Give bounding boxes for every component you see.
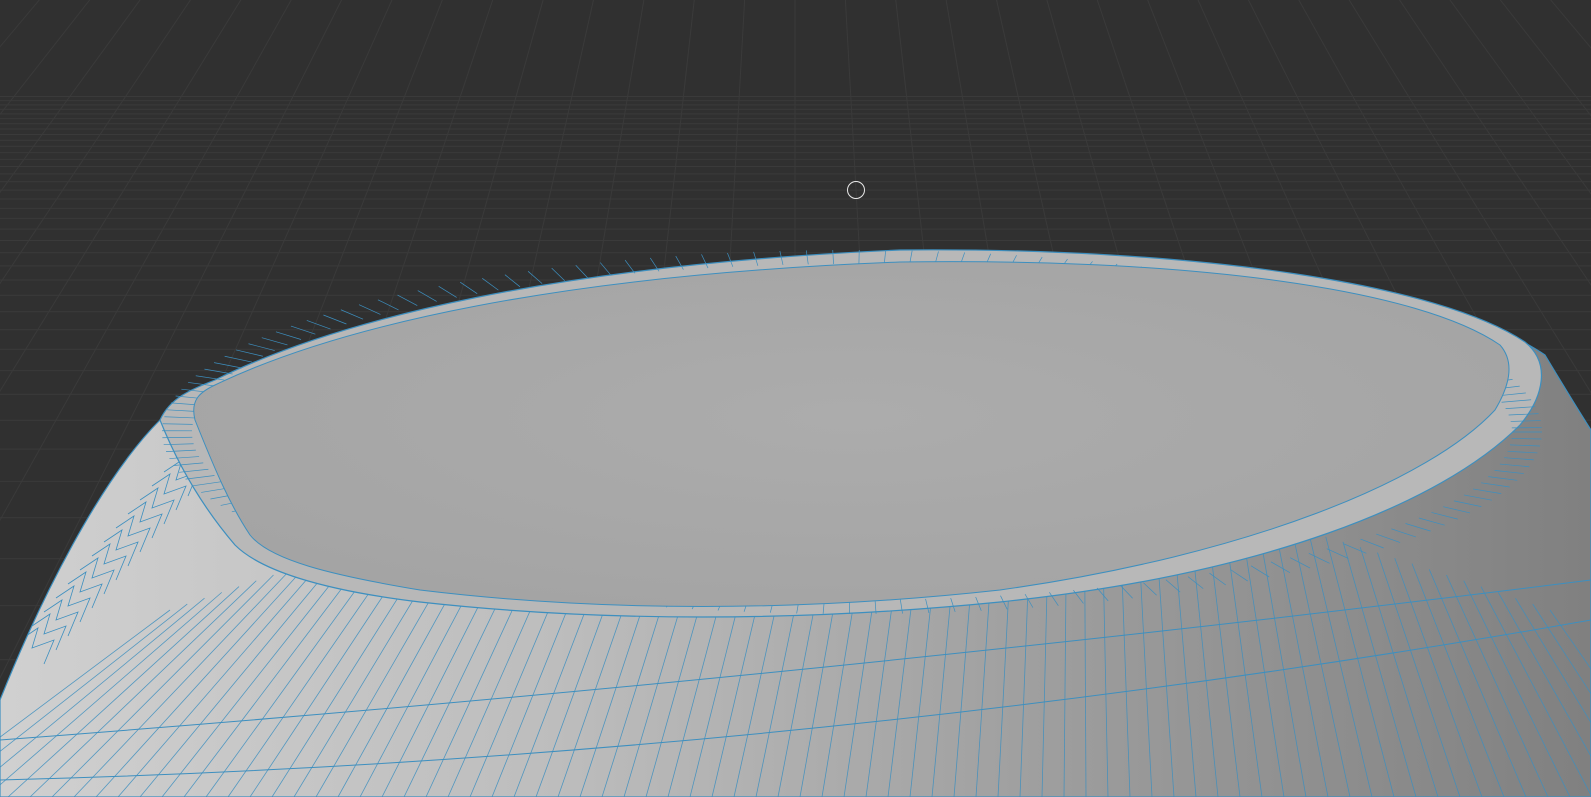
circle-brush-cursor-icon [847,181,865,199]
3d-viewport[interactable] [0,0,1591,797]
viewport-scene[interactable] [0,0,1591,797]
